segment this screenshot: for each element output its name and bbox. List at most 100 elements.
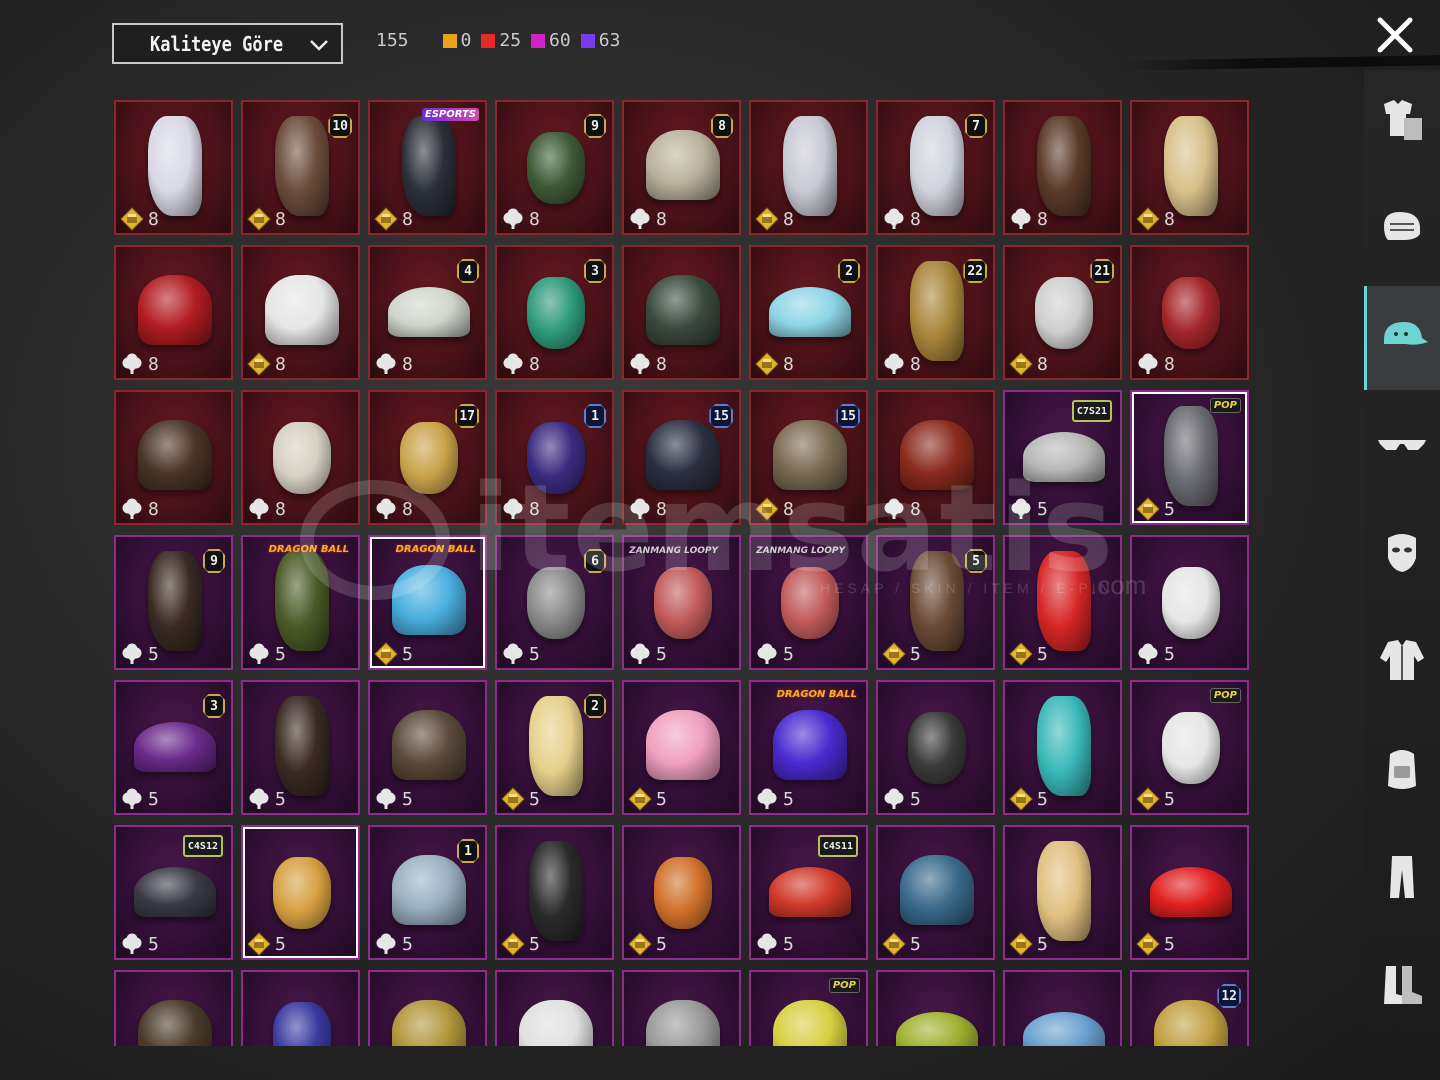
sidebar-item-eyewear[interactable] bbox=[1364, 394, 1440, 498]
item-thumbnail bbox=[900, 855, 974, 925]
sidebar-item-outfit-set[interactable] bbox=[1364, 70, 1440, 174]
item-thumbnail bbox=[1023, 432, 1105, 482]
item-card[interactable]: 5 bbox=[1003, 535, 1122, 670]
item-card[interactable]: 8 bbox=[241, 245, 360, 380]
item-card[interactable]: 15 8 bbox=[622, 390, 741, 525]
item-card[interactable]: 5 bbox=[241, 825, 360, 960]
item-card[interactable]: 5 bbox=[241, 680, 360, 815]
item-card[interactable]: 48 bbox=[368, 245, 487, 380]
item-card[interactable]: 8 bbox=[1130, 245, 1249, 380]
item-card[interactable]: POP bbox=[749, 970, 868, 1046]
item-card[interactable]: 22 8 bbox=[876, 245, 995, 380]
item-card[interactable]: 21 8 bbox=[1003, 245, 1122, 380]
item-card[interactable]: C4S11 5 bbox=[749, 825, 868, 960]
item-price: 8 bbox=[501, 352, 540, 376]
item-card[interactable]: DRAGON BALL 5 bbox=[749, 680, 868, 815]
item-price: 8 bbox=[120, 207, 159, 231]
item-thumbnail bbox=[273, 857, 331, 929]
item-card[interactable]: 5 bbox=[1130, 825, 1249, 960]
item-thumbnail bbox=[1162, 567, 1220, 639]
item-card[interactable]: C7S21 5 bbox=[1003, 390, 1122, 525]
sidebar-item-face[interactable] bbox=[1364, 178, 1440, 282]
item-card[interactable]: 8 bbox=[114, 100, 233, 235]
header-brush-stroke bbox=[1120, 55, 1440, 71]
item-card[interactable]: 8 bbox=[622, 245, 741, 380]
item-card[interactable]: 15 8 bbox=[749, 390, 868, 525]
item-card[interactable]: 5 bbox=[622, 680, 741, 815]
sidebar-item-top[interactable] bbox=[1364, 610, 1440, 714]
item-card[interactable]: 78 bbox=[876, 100, 995, 235]
item-card[interactable]: 5 bbox=[1130, 535, 1249, 670]
item-card[interactable]: 8 bbox=[114, 245, 233, 380]
sidebar-item-mask[interactable] bbox=[1364, 502, 1440, 606]
sidebar-item-pants[interactable] bbox=[1364, 826, 1440, 930]
item-card[interactable]: 5 bbox=[876, 680, 995, 815]
item-card[interactable]: POP 5 bbox=[1130, 390, 1249, 525]
item-card[interactable]: 10 8 bbox=[241, 100, 360, 235]
item-card[interactable]: C4S12 5 bbox=[114, 825, 233, 960]
item-card[interactable] bbox=[622, 970, 741, 1046]
cap-icon bbox=[1376, 308, 1432, 369]
item-thumbnail bbox=[910, 261, 964, 361]
quality-count-mythic: 25 bbox=[481, 30, 521, 51]
item-card[interactable] bbox=[114, 970, 233, 1046]
item-card[interactable]: 25 bbox=[495, 680, 614, 815]
item-price: 5 bbox=[1009, 497, 1048, 521]
item-card[interactable]: 95 bbox=[114, 535, 233, 670]
item-price: 8 bbox=[247, 207, 286, 231]
item-card[interactable]: 38 bbox=[495, 245, 614, 380]
silver-token-icon bbox=[882, 497, 906, 521]
item-card[interactable]: ZANMANG LOOPY 5 bbox=[749, 535, 868, 670]
item-card[interactable]: 35 bbox=[114, 680, 233, 815]
item-card[interactable]: POP 5 bbox=[1130, 680, 1249, 815]
item-card[interactable] bbox=[1003, 970, 1122, 1046]
level-badge: 9 bbox=[584, 114, 606, 138]
item-card[interactable]: 5 bbox=[622, 825, 741, 960]
gold-coin-icon bbox=[1009, 352, 1033, 376]
item-price: 8 bbox=[501, 207, 540, 231]
item-card[interactable]: 5 bbox=[495, 825, 614, 960]
sidebar-item-shoes[interactable] bbox=[1364, 934, 1440, 1038]
gold-coin-icon bbox=[374, 642, 398, 666]
item-card[interactable]: 28 bbox=[749, 245, 868, 380]
item-price: 5 bbox=[628, 642, 667, 666]
item-card[interactable]: ESPORTS 8 bbox=[368, 100, 487, 235]
item-card[interactable]: 65 bbox=[495, 535, 614, 670]
item-card[interactable]: DRAGON BALL 5 bbox=[241, 535, 360, 670]
item-thumbnail bbox=[519, 1000, 593, 1046]
item-price-value: 5 bbox=[275, 788, 286, 810]
item-card[interactable]: DRAGON BALL 5 bbox=[368, 535, 487, 670]
close-icon[interactable] bbox=[1374, 14, 1416, 56]
item-card[interactable]: 98 bbox=[495, 100, 614, 235]
item-card[interactable]: 88 bbox=[622, 100, 741, 235]
item-thumbnail bbox=[654, 567, 712, 639]
sidebar-item-backpack[interactable] bbox=[1364, 718, 1440, 822]
item-card[interactable] bbox=[876, 970, 995, 1046]
item-card[interactable]: 8 bbox=[1130, 100, 1249, 235]
item-card[interactable]: 17 8 bbox=[368, 390, 487, 525]
sort-dropdown-label: Kaliteye Göre bbox=[150, 31, 284, 56]
item-thumbnail bbox=[529, 696, 583, 796]
item-card[interactable]: 15 bbox=[368, 825, 487, 960]
item-card[interactable]: 8 bbox=[876, 390, 995, 525]
sidebar-item-headwear[interactable] bbox=[1364, 286, 1440, 390]
sort-dropdown[interactable]: Kaliteye Göre bbox=[112, 23, 343, 64]
backpack-icon bbox=[1374, 740, 1430, 801]
item-card[interactable] bbox=[368, 970, 487, 1046]
item-card[interactable]: 8 bbox=[241, 390, 360, 525]
item-card[interactable]: 12 bbox=[1130, 970, 1249, 1046]
item-card[interactable] bbox=[495, 970, 614, 1046]
item-card[interactable]: 55 bbox=[876, 535, 995, 670]
item-card[interactable]: ZANMANG LOOPY 5 bbox=[622, 535, 741, 670]
item-card[interactable]: 18 bbox=[495, 390, 614, 525]
quality-swatch-rare bbox=[580, 33, 595, 48]
item-card[interactable]: 8 bbox=[749, 100, 868, 235]
item-card[interactable]: 5 bbox=[1003, 825, 1122, 960]
item-price-value: 5 bbox=[783, 643, 794, 665]
item-card[interactable]: 8 bbox=[1003, 100, 1122, 235]
item-card[interactable]: 5 bbox=[1003, 680, 1122, 815]
item-card[interactable]: 5 bbox=[368, 680, 487, 815]
item-card[interactable]: 8 bbox=[114, 390, 233, 525]
item-card[interactable]: 5 bbox=[876, 825, 995, 960]
item-card[interactable] bbox=[241, 970, 360, 1046]
